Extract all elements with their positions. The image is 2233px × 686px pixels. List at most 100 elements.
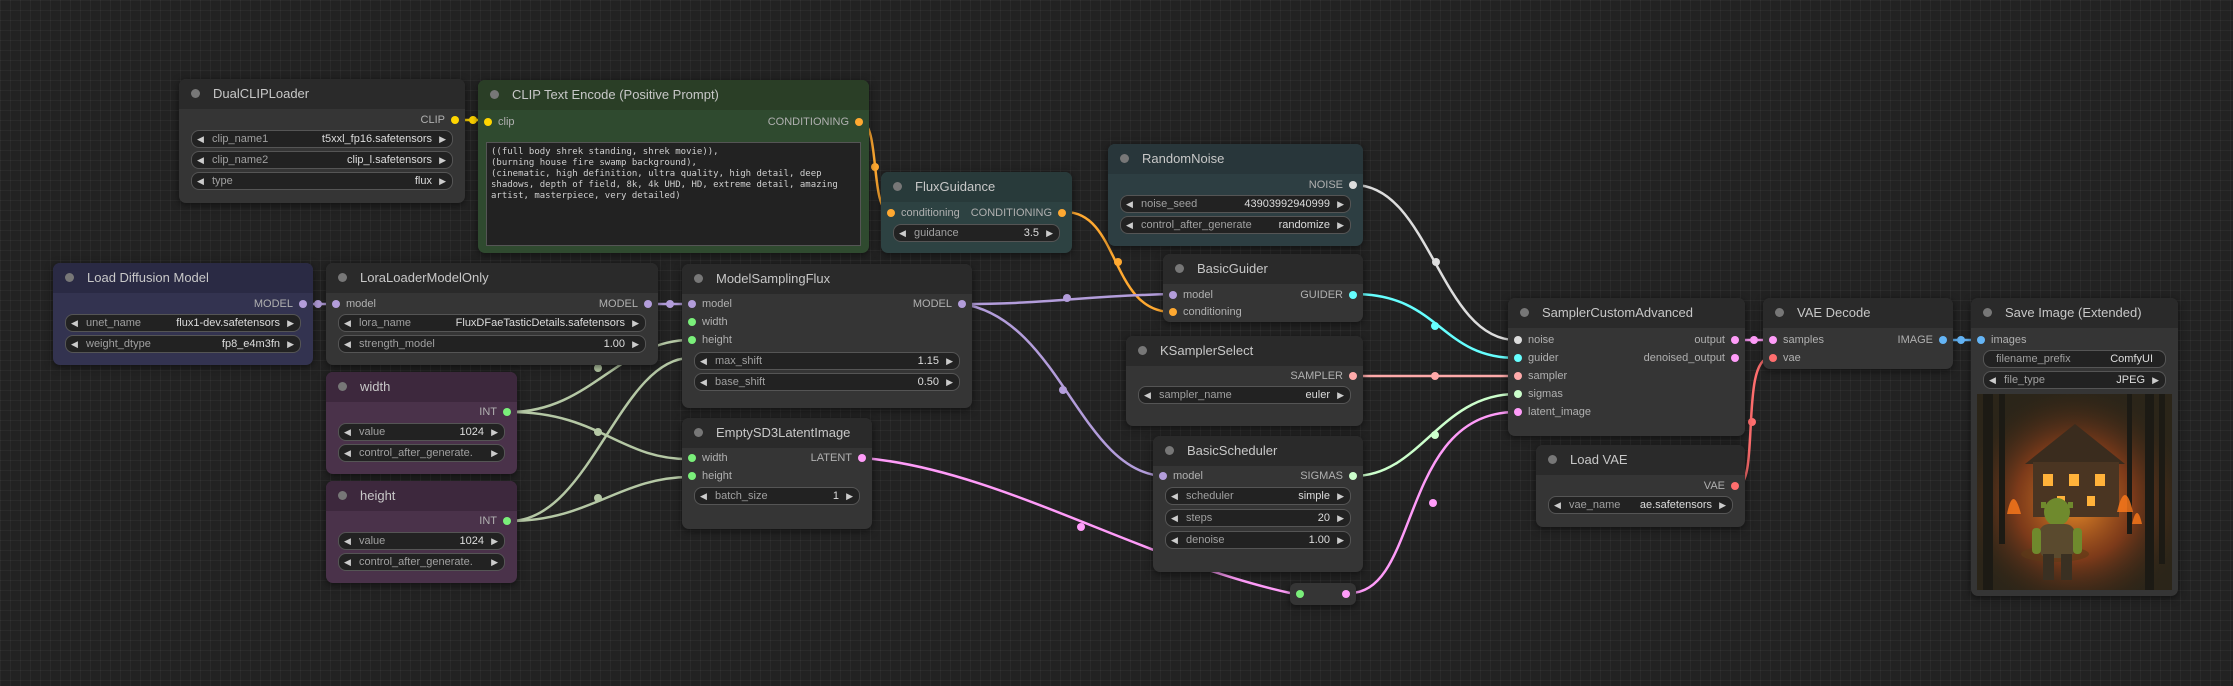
int-socket[interactable] (688, 454, 696, 462)
collapse-dot[interactable] (1120, 154, 1129, 163)
output-denoised[interactable]: denoised_output (1644, 351, 1745, 365)
arrow-right-icon[interactable]: ▶ (1337, 196, 1344, 212)
widget-batch-size[interactable]: ◀ batch_size 1 ▶ (694, 487, 860, 505)
arrow-right-icon[interactable]: ▶ (287, 315, 294, 331)
arrow-left-icon[interactable]: ◀ (1989, 372, 1996, 388)
arrow-left-icon[interactable]: ◀ (344, 315, 351, 331)
node-save-image[interactable]: Save Image (Extended) images filename_pr… (1971, 298, 2178, 596)
collapse-dot[interactable] (1165, 446, 1174, 455)
arrow-right-icon[interactable]: ▶ (1337, 217, 1344, 233)
collapse-dot[interactable] (1138, 346, 1147, 355)
input-height[interactable]: height (682, 469, 732, 483)
arrow-right-icon[interactable]: ▶ (946, 374, 953, 390)
latent-socket[interactable] (1731, 336, 1739, 344)
arrow-left-icon[interactable]: ◀ (344, 424, 351, 440)
collapse-dot[interactable] (1983, 308, 1992, 317)
widget-max-shift[interactable]: ◀ max_shift 1.15 ▶ (694, 352, 960, 370)
arrow-left-icon[interactable]: ◀ (71, 315, 78, 331)
node-header[interactable]: VAE Decode (1763, 298, 1953, 328)
node-ksampler-select[interactable]: KSamplerSelect SAMPLER ◀ sampler_name eule… (1126, 336, 1363, 426)
input-sampler[interactable]: sampler (1508, 369, 1567, 383)
conditioning-socket[interactable] (1169, 308, 1177, 316)
node-basic-scheduler[interactable]: BasicScheduler model SIGMAS ◀ scheduler si… (1153, 436, 1363, 572)
clip-socket[interactable] (484, 118, 492, 126)
arrow-left-icon[interactable]: ◀ (1171, 510, 1178, 526)
model-socket[interactable] (688, 300, 696, 308)
collapse-dot[interactable] (338, 382, 347, 391)
input-model[interactable]: model (1163, 288, 1213, 302)
reroute-input-socket[interactable] (1296, 590, 1304, 598)
model-socket[interactable] (1169, 291, 1177, 299)
collapse-dot[interactable] (338, 491, 347, 500)
clip-socket[interactable] (451, 116, 459, 124)
noise-socket[interactable] (1514, 336, 1522, 344)
widget-unet-name[interactable]: ◀ unet_name flux1-dev.safetensors ▶ (65, 314, 301, 332)
node-header[interactable]: DualCLIPLoader (179, 79, 465, 109)
int-socket[interactable] (688, 318, 696, 326)
widget-control-after-generate[interactable]: ◀ control_after_generate. ▶ (338, 553, 505, 571)
model-socket[interactable] (299, 300, 307, 308)
arrow-right-icon[interactable]: ▶ (1337, 532, 1344, 548)
input-model[interactable]: model (682, 297, 732, 311)
widget-clip-name2[interactable]: ◀ clip_name2 clip_l.safetensors ▶ (191, 151, 453, 169)
int-socket[interactable] (503, 408, 511, 416)
output-clip[interactable]: CLIP (421, 113, 465, 127)
output-model[interactable]: MODEL (599, 297, 658, 311)
model-socket[interactable] (958, 300, 966, 308)
node-vae-decode[interactable]: VAE Decode samples IMAGE vae (1763, 298, 1953, 369)
widget-weight-dtype[interactable]: ◀ weight_dtype fp8_e4m3fn ▶ (65, 335, 301, 353)
collapse-dot[interactable] (191, 89, 200, 98)
node-clip-text-encode[interactable]: CLIP Text Encode (Positive Prompt) clip … (478, 80, 869, 253)
arrow-right-icon[interactable]: ▶ (491, 533, 498, 549)
collapse-dot[interactable] (490, 90, 499, 99)
node-width[interactable]: width INT ◀ value 1024 ▶ ◀ control_after_gen… (326, 372, 517, 474)
output-model[interactable]: MODEL (913, 297, 972, 311)
output-int[interactable]: INT (479, 514, 517, 528)
output-sigmas[interactable]: SIGMAS (1300, 469, 1363, 483)
collapse-dot[interactable] (338, 273, 347, 282)
output-output[interactable]: output (1694, 333, 1745, 347)
widget-strength-model[interactable]: ◀ strength_model 1.00 ▶ (338, 335, 646, 353)
widget-denoise[interactable]: ◀ denoise 1.00 ▶ (1165, 531, 1351, 549)
collapse-dot[interactable] (1520, 308, 1529, 317)
collapse-dot[interactable] (1548, 455, 1557, 464)
input-width[interactable]: width (682, 451, 728, 465)
node-header[interactable]: width (326, 372, 517, 402)
input-model[interactable]: model (1153, 469, 1203, 483)
reroute-node[interactable] (1290, 583, 1356, 605)
collapse-dot[interactable] (694, 274, 703, 283)
arrow-left-icon[interactable]: ◀ (344, 445, 351, 461)
sigmas-socket[interactable] (1349, 472, 1357, 480)
conditioning-socket[interactable] (855, 118, 863, 126)
input-conditioning[interactable]: conditioning (881, 206, 960, 220)
arrow-right-icon[interactable]: ▶ (439, 173, 446, 189)
input-latent-image[interactable]: latent_image (1508, 405, 1591, 419)
guider-socket[interactable] (1349, 291, 1357, 299)
prompt-textarea[interactable]: ((full body shrek standing, shrek movie)… (486, 142, 861, 246)
int-socket[interactable] (688, 472, 696, 480)
widget-noise-seed[interactable]: ◀ noise_seed 43903992940999 ▶ (1120, 195, 1351, 213)
node-header[interactable]: BasicGuider (1163, 254, 1363, 284)
node-empty-latent-image[interactable]: EmptySD3LatentImage width LATENT height … (682, 418, 872, 529)
arrow-right-icon[interactable]: ▶ (1719, 497, 1726, 513)
arrow-left-icon[interactable]: ◀ (700, 353, 707, 369)
conditioning-socket[interactable] (887, 209, 895, 217)
output-image[interactable]: IMAGE (1898, 333, 1953, 347)
node-header[interactable]: LoraLoaderModelOnly (326, 263, 658, 293)
collapse-dot[interactable] (694, 428, 703, 437)
arrow-right-icon[interactable]: ▶ (287, 336, 294, 352)
arrow-left-icon[interactable]: ◀ (344, 533, 351, 549)
node-lora-loader[interactable]: LoraLoaderModelOnly model MODEL ◀ lora_na… (326, 263, 658, 365)
latent-socket[interactable] (1514, 408, 1522, 416)
arrow-left-icon[interactable]: ◀ (197, 152, 204, 168)
model-socket[interactable] (1159, 472, 1167, 480)
node-header[interactable]: BasicScheduler (1153, 436, 1363, 466)
sampler-socket[interactable] (1349, 372, 1357, 380)
arrow-left-icon[interactable]: ◀ (197, 131, 204, 147)
int-socket[interactable] (688, 336, 696, 344)
widget-clip-name1[interactable]: ◀ clip_name1 t5xxl_fp16.safetensors ▶ (191, 130, 453, 148)
input-conditioning[interactable]: conditioning (1163, 305, 1242, 319)
output-guider[interactable]: GUIDER (1300, 288, 1363, 302)
output-model[interactable]: MODEL (254, 297, 313, 311)
output-latent[interactable]: LATENT (811, 451, 872, 465)
